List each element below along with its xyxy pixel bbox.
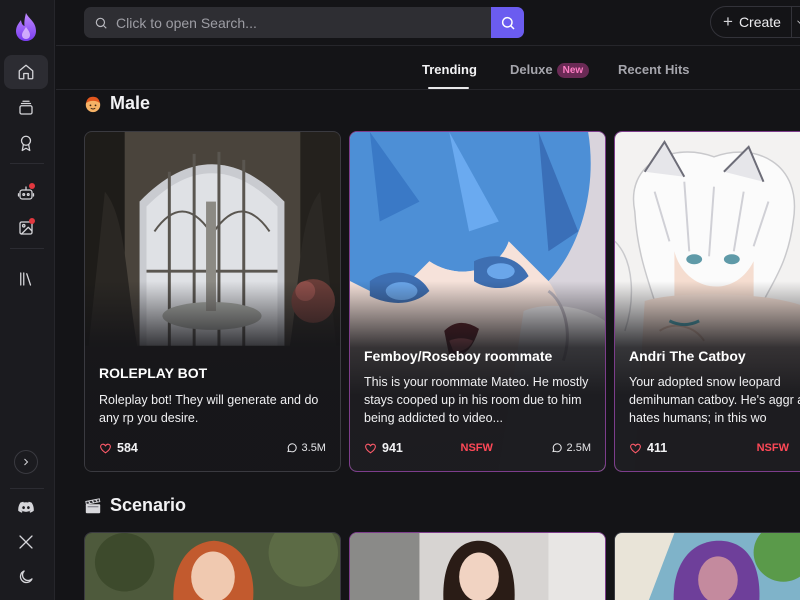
sidebar-item-library[interactable] [4,262,48,296]
tab-label: Trending [422,62,477,77]
boy-face-icon [85,96,101,112]
likes-count[interactable]: 941 [364,441,403,455]
create-button-group: + Create [710,6,800,38]
likes-value: 411 [647,441,668,455]
nsfw-badge: NSFW [460,442,493,454]
app-root: + Create Trending DeluxeNew Recent Hits [0,0,800,600]
chat-count: 2.5M [551,442,591,454]
character-card[interactable]: ROLEPLAY BOT Roleplay bot! They will gen… [84,131,341,472]
sidebar-divider [10,248,44,249]
clapper-board-icon [85,497,101,513]
likes-value: 941 [382,441,403,455]
heart-icon [630,443,641,453]
section-title-text: Male [110,93,151,113]
sidebar-item-discord[interactable] [4,490,48,524]
character-card[interactable] [614,532,800,600]
card-description: This is your roommate Mateo. He mostly s… [364,375,589,425]
plus-icon: + [723,12,733,31]
chat-count-value: 2.5M [566,442,591,454]
home-icon [18,64,34,80]
create-button[interactable]: + Create [711,7,791,37]
character-card[interactable] [84,532,341,600]
discord-icon [18,501,34,513]
card-title: ROLEPLAY BOT [99,365,208,381]
likes-value: 584 [117,441,138,455]
chat-count-value: 3.5M [301,442,326,454]
character-card[interactable] [349,532,606,600]
card-image [85,533,340,600]
tab-label: Deluxe [510,62,553,77]
search-icon [501,16,515,30]
chevron-down-icon [797,20,800,24]
card-description: Roleplay bot! They will generate and do … [99,393,319,425]
notification-dot [29,183,35,189]
chevron-right-icon [24,458,29,466]
library-icon [20,272,32,286]
search-input[interactable] [108,7,524,38]
heart-icon [100,443,111,453]
tab-label: Recent Hits [618,62,690,77]
search-button[interactable] [491,7,524,38]
section-title-scenario: Scenario [84,495,186,516]
sidebar-divider [10,488,44,489]
top-header: + Create [56,0,800,46]
tab-trending[interactable]: Trending [422,62,477,77]
search-bar[interactable] [84,7,524,38]
sidebar-item-home[interactable] [4,55,48,89]
likes-count[interactable]: 584 [99,441,138,455]
section-title-male: Male [84,93,150,114]
new-badge: New [556,63,590,78]
sidebar-item-theme[interactable] [4,560,48,594]
chat-count: 3.5M [286,442,326,454]
card-image [615,533,800,600]
sidebar-item-image-generator[interactable] [4,211,48,245]
nsfw-badge: NSFW [756,442,789,454]
active-tab-indicator [428,87,469,89]
card-stats: 941 NSFW 2.5M [364,439,591,457]
notification-dot [29,218,35,224]
chat-bubble-icon [286,443,297,453]
x-logo-icon [19,535,33,549]
heart-icon [365,443,376,453]
layers-icon [19,100,33,115]
award-icon [20,135,32,152]
section-title-text: Scenario [110,495,187,515]
sidebar-item-collections[interactable] [4,91,48,125]
card-stats: 411 NSFW [629,439,789,457]
card-image [350,533,605,600]
create-dropdown-button[interactable] [792,17,800,27]
sidebar-expand-button[interactable] [14,450,38,474]
sidebar-item-x[interactable] [4,525,48,559]
tab-deluxe[interactable]: Deluxe New [510,62,590,78]
tab-recent-hits[interactable]: Recent Hits [618,62,690,77]
character-card[interactable]: Andri The Catboy Your adopted snow leopa… [614,131,800,472]
category-tabs: Trending Deluxe New Recent Hits [56,46,800,90]
card-title: Andri The Catboy [629,348,746,364]
app-logo-icon[interactable] [12,11,40,43]
sidebar-item-bot-creator[interactable] [4,176,48,210]
likes-count[interactable]: 411 [629,441,667,455]
sidebar [0,0,55,600]
sidebar-divider [10,163,44,164]
create-button-label: Create [738,14,781,30]
card-title: Femboy/Roseboy roommate [364,348,553,364]
card-stats: 584 3.5M [99,439,326,457]
chat-bubble-icon [551,443,562,453]
sidebar-item-badges[interactable] [4,126,48,160]
card-description: Your adopted snow leopard demihuman catb… [629,375,800,425]
search-icon [94,16,108,30]
moon-icon [19,570,33,584]
character-card[interactable]: Femboy/Roseboy roommate This is your roo… [349,131,606,472]
